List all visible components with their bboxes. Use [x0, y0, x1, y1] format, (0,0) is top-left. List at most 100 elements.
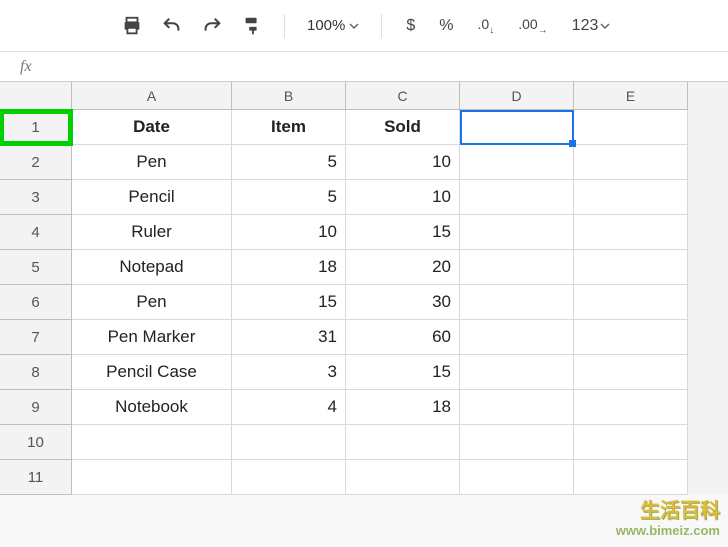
row-header-11[interactable]: 11 [0, 460, 72, 495]
watermark-text-cn: 生活百科 [616, 499, 720, 523]
cell-A10[interactable] [72, 425, 232, 460]
cell-D2[interactable] [460, 145, 574, 180]
paint-format-button[interactable] [234, 8, 270, 44]
cell-B4[interactable]: 10 [232, 215, 346, 250]
cell-C10[interactable] [346, 425, 460, 460]
cell-E6[interactable] [574, 285, 688, 320]
column-header-E[interactable]: E [574, 82, 688, 110]
cell-E4[interactable] [574, 215, 688, 250]
cell-B2[interactable]: 5 [232, 145, 346, 180]
cell-A11[interactable] [72, 460, 232, 495]
cell-C9[interactable]: 18 [346, 390, 460, 425]
decrease-decimal-icon: .0↓ [478, 16, 495, 36]
cell-D7[interactable] [460, 320, 574, 355]
column-header-row: A B C D E [0, 82, 728, 110]
cell-A5[interactable]: Notepad [72, 250, 232, 285]
cell-C8[interactable]: 15 [346, 355, 460, 390]
selection-handle[interactable] [569, 140, 576, 147]
cell-D1[interactable] [460, 110, 574, 145]
table-row: 4 Ruler 10 15 [0, 215, 728, 250]
watermark-text-url: www.bimeiz.com [616, 523, 720, 539]
cell-E1[interactable] [574, 110, 688, 145]
currency-button[interactable]: $ [396, 17, 425, 35]
cell-C3[interactable]: 10 [346, 180, 460, 215]
dollar-icon: $ [406, 17, 415, 35]
redo-button[interactable] [194, 8, 230, 44]
spreadsheet: A B C D E 1 Date Item Sold 2 Pen 5 10 3 … [0, 82, 728, 495]
zoom-dropdown[interactable]: 100% [299, 17, 367, 34]
cell-B10[interactable] [232, 425, 346, 460]
cell-C5[interactable]: 20 [346, 250, 460, 285]
more-formats-dropdown[interactable]: 123 [562, 17, 621, 35]
cell-B9[interactable]: 4 [232, 390, 346, 425]
cell-A1[interactable]: Date [72, 110, 232, 145]
cell-A7[interactable]: Pen Marker [72, 320, 232, 355]
toolbar-separator [284, 14, 285, 38]
cell-B6[interactable]: 15 [232, 285, 346, 320]
row-header-6[interactable]: 6 [0, 285, 72, 320]
column-header-C[interactable]: C [346, 82, 460, 110]
cell-A3[interactable]: Pencil [72, 180, 232, 215]
cell-D4[interactable] [460, 215, 574, 250]
column-header-A[interactable]: A [72, 82, 232, 110]
cell-B3[interactable]: 5 [232, 180, 346, 215]
cell-D9[interactable] [460, 390, 574, 425]
increase-decimal-icon: .00→ [518, 16, 547, 36]
cell-E7[interactable] [574, 320, 688, 355]
row-header-7[interactable]: 7 [0, 320, 72, 355]
percent-button[interactable]: % [429, 17, 463, 35]
cell-A4[interactable]: Ruler [72, 215, 232, 250]
select-all-corner[interactable] [0, 82, 72, 110]
undo-icon [161, 15, 183, 37]
cell-D8[interactable] [460, 355, 574, 390]
cell-E10[interactable] [574, 425, 688, 460]
table-row: 9 Notebook 4 18 [0, 390, 728, 425]
cell-E9[interactable] [574, 390, 688, 425]
print-button[interactable] [114, 8, 150, 44]
row-header-9[interactable]: 9 [0, 390, 72, 425]
formula-bar[interactable]: fx [0, 52, 728, 82]
cell-D6[interactable] [460, 285, 574, 320]
cell-B8[interactable]: 3 [232, 355, 346, 390]
cell-D10[interactable] [460, 425, 574, 460]
column-header-D[interactable]: D [460, 82, 574, 110]
cell-E5[interactable] [574, 250, 688, 285]
row-header-5[interactable]: 5 [0, 250, 72, 285]
undo-button[interactable] [154, 8, 190, 44]
column-header-B[interactable]: B [232, 82, 346, 110]
table-row: 6 Pen 15 30 [0, 285, 728, 320]
more-formats-label: 123 [572, 17, 599, 35]
paint-format-icon [241, 15, 263, 37]
cell-D3[interactable] [460, 180, 574, 215]
row-header-1[interactable]: 1 [0, 110, 72, 145]
cell-D11[interactable] [460, 460, 574, 495]
row-header-4[interactable]: 4 [0, 215, 72, 250]
cell-C4[interactable]: 15 [346, 215, 460, 250]
cell-A2[interactable]: Pen [72, 145, 232, 180]
cell-E3[interactable] [574, 180, 688, 215]
table-row: 8 Pencil Case 3 15 [0, 355, 728, 390]
cell-A8[interactable]: Pencil Case [72, 355, 232, 390]
cell-B11[interactable] [232, 460, 346, 495]
cell-C11[interactable] [346, 460, 460, 495]
table-row: 5 Notepad 18 20 [0, 250, 728, 285]
row-header-8[interactable]: 8 [0, 355, 72, 390]
row-header-10[interactable]: 10 [0, 425, 72, 460]
row-header-3[interactable]: 3 [0, 180, 72, 215]
cell-C1[interactable]: Sold [346, 110, 460, 145]
cell-B7[interactable]: 31 [232, 320, 346, 355]
cell-E8[interactable] [574, 355, 688, 390]
cell-E2[interactable] [574, 145, 688, 180]
row-header-2[interactable]: 2 [0, 145, 72, 180]
cell-D5[interactable] [460, 250, 574, 285]
decrease-decimal-button[interactable]: .0↓ [468, 16, 505, 36]
cell-A9[interactable]: Notebook [72, 390, 232, 425]
cell-B5[interactable]: 18 [232, 250, 346, 285]
cell-B1[interactable]: Item [232, 110, 346, 145]
cell-A6[interactable]: Pen [72, 285, 232, 320]
increase-decimal-button[interactable]: .00→ [508, 16, 557, 36]
cell-C2[interactable]: 10 [346, 145, 460, 180]
cell-C6[interactable]: 30 [346, 285, 460, 320]
cell-C7[interactable]: 60 [346, 320, 460, 355]
cell-E11[interactable] [574, 460, 688, 495]
